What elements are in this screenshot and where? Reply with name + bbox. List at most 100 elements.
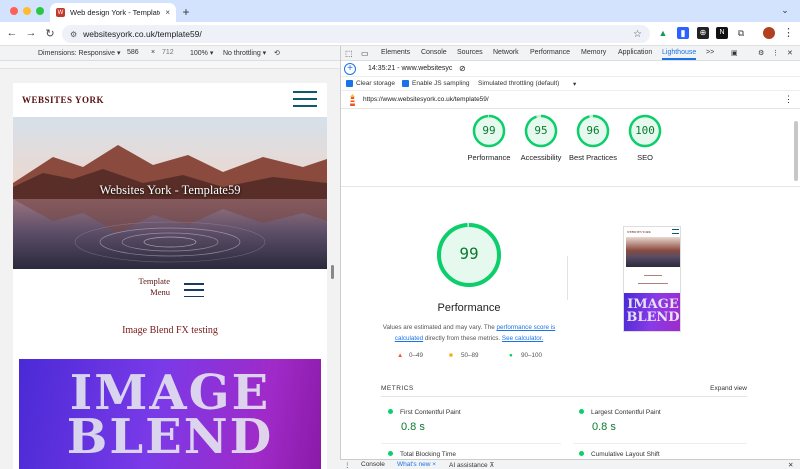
template-menu-label[interactable]: Template Menu [123, 276, 170, 298]
minimize-window-button[interactable] [23, 7, 31, 15]
metric-fcp: First Contentful Paint [388, 409, 461, 416]
zoom-window-button[interactable] [36, 7, 44, 15]
profile-avatar[interactable] [763, 27, 775, 39]
tab-elements[interactable]: Elements [381, 49, 410, 56]
tab-title: Web design York - Template5 [70, 8, 161, 17]
media-query-ruler [0, 61, 340, 69]
thumb-blend: IMAGE BLEND [624, 293, 680, 331]
height-input[interactable]: 712 [162, 49, 174, 56]
legend-fail: 0–49 [409, 352, 424, 359]
drawer-menu-icon[interactable]: ⋮ [344, 461, 351, 469]
report-url[interactable]: https://www.websitesyork.co.uk/template5… [363, 96, 489, 103]
tab-lighthouse[interactable]: Lighthouse [662, 49, 697, 60]
site-logo[interactable]: WEBSITES YORK [22, 95, 104, 105]
devtools-scrollbar[interactable] [794, 121, 798, 181]
site-favicon-icon: W [56, 8, 65, 17]
gauge-seo[interactable]: 100 SEO [620, 114, 670, 163]
js-sampling-checkbox[interactable] [402, 80, 409, 87]
legend-average: 50–89 [461, 352, 479, 359]
tab-memory[interactable]: Memory [581, 49, 606, 56]
devtools-menu-icon[interactable]: ⋮ [772, 49, 779, 57]
drive-extension-icon[interactable]: ▲ [657, 27, 669, 39]
score-label: Performance [467, 153, 511, 162]
back-arrow-icon[interactable]: ← [5, 27, 19, 39]
forward-arrow-icon[interactable]: → [24, 27, 38, 39]
tab-search-icon[interactable]: ⌄ [778, 5, 792, 17]
tab-close-icon[interactable]: × [165, 8, 170, 17]
tab-performance[interactable]: Performance [530, 49, 570, 56]
window-controls [10, 7, 44, 15]
gauge-performance[interactable]: 99 Performance [464, 114, 514, 163]
metric-fcp-value: 0.8 s [401, 421, 425, 433]
clear-storage-checkbox[interactable] [346, 80, 353, 87]
report-selector[interactable]: 14:35:21 - www.websitesyc [368, 65, 452, 72]
ntab-extension-icon[interactable]: N [716, 27, 728, 39]
blend-heading: Image Blend FX testing [122, 325, 218, 336]
address-bar[interactable]: ⚙ websitesyork.co.uk/template59/ ☆ [62, 25, 650, 43]
gauge-accessibility[interactable]: 95 Accessibility [516, 114, 566, 163]
performance-note: Values are estimated and may vary. The p… [381, 322, 557, 344]
see-calculator-link[interactable]: See calculator. [502, 335, 543, 342]
tab-application[interactable]: Application [618, 49, 652, 56]
thumb-line [644, 275, 662, 276]
clear-reports-icon[interactable]: ⊘ [459, 64, 466, 73]
throttling-select[interactable]: Simulated throttling (default) [478, 80, 559, 87]
browser-titlebar: W Web design York - Template5 × + ⌄ [0, 0, 800, 22]
extension-icon[interactable]: ▮ [677, 27, 689, 39]
extensions-puzzle-icon[interactable]: ⧉ [735, 27, 747, 39]
new-tab-button[interactable]: + [180, 5, 192, 19]
report-menu-icon[interactable]: ⋮ [784, 94, 793, 105]
devtools-close-icon[interactable]: ✕ [787, 49, 793, 57]
js-sampling-label: Enable JS sampling [412, 80, 470, 87]
times-sign: × [151, 49, 156, 56]
dev-extension-icon[interactable]: ⊕ [697, 27, 709, 39]
drawer-tab-console[interactable]: Console [361, 461, 385, 468]
lighthouse-url-bar: https://www.websitesyork.co.uk/template5… [341, 91, 800, 109]
metric-lcp-value: 0.8 s [592, 421, 616, 433]
score-value: 100 [635, 124, 655, 137]
bookmark-star-icon[interactable]: ☆ [633, 29, 642, 40]
pass-circle-icon [388, 409, 393, 414]
close-window-button[interactable] [10, 7, 18, 15]
page-screenshot-thumbnail[interactable]: WEBSITES YORK IMAGE BLEND [623, 226, 681, 332]
viewport-resize-handle[interactable] [331, 265, 334, 279]
browser-menu-icon[interactable]: ⋮ [783, 26, 794, 39]
score-gauges: 99 Performance 95 Accessibility 96 Best … [341, 109, 800, 187]
browser-tab[interactable]: W Web design York - Template5 × [50, 3, 176, 22]
inspect-element-icon[interactable]: ⬚ [345, 49, 353, 58]
note-text-mid: directly from these metrics. [423, 335, 502, 342]
thumb-menu-icon [672, 229, 679, 234]
rotate-icon[interactable]: ⟲ [274, 49, 280, 57]
dimensions-select[interactable]: Dimensions: Responsive ▾ [38, 49, 121, 57]
hamburger-menu-icon[interactable] [293, 91, 317, 107]
issues-badge-icon[interactable]: ▣ [731, 49, 738, 57]
pass-circle-icon [388, 451, 393, 456]
metric-divider [381, 443, 561, 444]
score-label: SEO [637, 153, 653, 162]
throttle-select[interactable]: No throttling ▾ [223, 49, 266, 57]
tab-network[interactable]: Network [493, 49, 519, 56]
tab-console[interactable]: Console [421, 49, 447, 56]
site-info-icon[interactable]: ⚙ [70, 30, 77, 39]
gauge-best-practices[interactable]: 96 Best Practices [568, 114, 618, 163]
expand-view-link[interactable]: Expand view [710, 385, 747, 392]
metric-name: Total Blocking Time [400, 451, 456, 458]
tab-sources[interactable]: Sources [457, 49, 483, 56]
new-report-icon[interactable]: + [344, 63, 356, 75]
devtools-settings-icon[interactable]: ⚙ [758, 49, 764, 57]
score-legend: ▲ 0–49 ■ 50–89 ● 90–100 [397, 352, 577, 362]
fail-triangle-icon: ▲ [397, 352, 404, 359]
width-input[interactable]: 586 [127, 49, 139, 56]
zoom-select[interactable]: 100% ▾ [190, 49, 213, 57]
drawer-close-icon[interactable]: ✕ [788, 461, 793, 469]
url-text[interactable]: websitesyork.co.uk/template59/ [83, 29, 627, 39]
more-tabs-icon[interactable]: >> [706, 49, 714, 56]
drawer-tab-ai-assistance[interactable]: AI assistance ⊼ [449, 461, 494, 469]
score-value: 99 [482, 124, 496, 137]
template-menu-icon[interactable] [184, 283, 204, 297]
reload-icon[interactable]: ↻ [43, 27, 57, 40]
device-toggle-icon[interactable]: ▭ [361, 49, 369, 58]
drawer-tab-whats-new[interactable]: What's new × [397, 461, 436, 468]
throttling-caret-icon[interactable]: ▾ [573, 80, 576, 88]
devtools-drawer: ⋮ Console What's new × AI assistance ⊼ ✕ [340, 459, 800, 469]
